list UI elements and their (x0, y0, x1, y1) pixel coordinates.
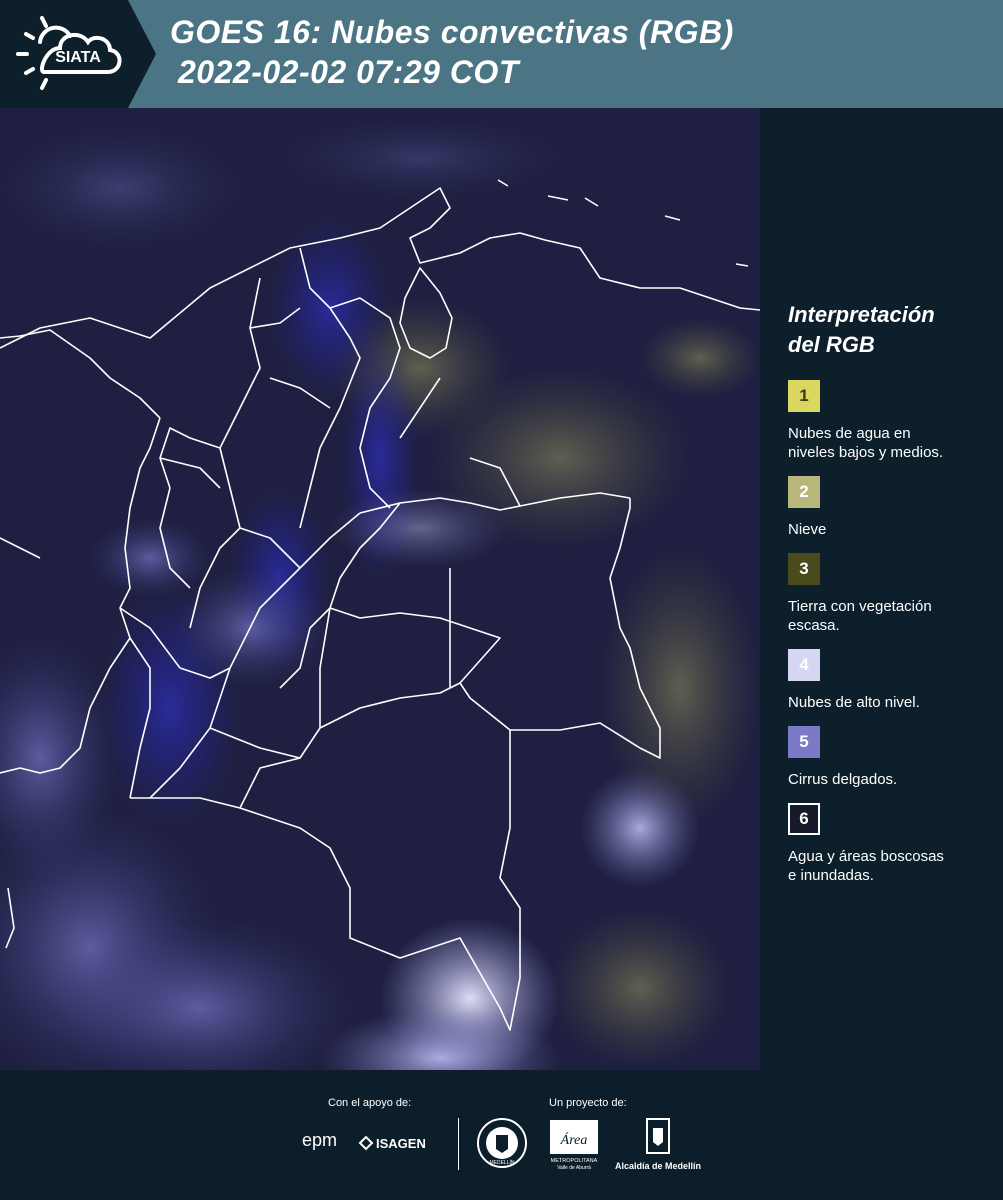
legend-title: Interpretación del RGB (788, 300, 988, 360)
legend-panel: Interpretación del RGB 1 Nubes de agua e… (788, 300, 988, 899)
siata-logo-text: SIATA (55, 49, 101, 66)
medellin-seal-text: MEDELLÍN (489, 1159, 514, 1166)
legend-swatch-number: 4 (799, 655, 809, 674)
legend-label-line: Tierra con vegetación (788, 598, 932, 615)
isagen-logo: ISAGEN (358, 1133, 440, 1158)
alcaldia-logo-text: Alcaldía de Medellín (614, 1161, 702, 1171)
page-timestamp: 2022-02-02 07:29 COT (178, 54, 519, 90)
epm-logo: epm (302, 1130, 337, 1151)
epm-logo-text: epm (302, 1130, 338, 1150)
legend-label: Cirrus delgados. (788, 770, 988, 789)
legend-swatch: 6 (788, 803, 820, 835)
area-logo-sub2: Valle de Aburrá (557, 1165, 591, 1171)
legend-swatch: 4 (788, 649, 820, 681)
legend-title-line1: Interpretación (788, 302, 935, 327)
legend-label-line: Nubes de agua en (788, 425, 911, 442)
legend-swatch-number: 3 (799, 559, 809, 578)
legend-label-line: Nubes de alto nivel. (788, 694, 920, 711)
legend-item-1: 1 Nubes de agua en niveles bajos y medio… (788, 380, 988, 462)
legend-swatch: 5 (788, 726, 820, 758)
medellin-seal-logo: MEDELLÍN (476, 1117, 528, 1174)
legend-item-4: 4 Nubes de alto nivel. (788, 649, 988, 712)
legend-label-line: Cirrus delgados. (788, 771, 898, 788)
legend-title-line2: del RGB (788, 332, 875, 357)
legend-item-2: 2 Nieve (788, 476, 988, 539)
area-logo-sub: METROPOLITANA (551, 1158, 598, 1164)
legend-item-6: 6 Agua y áreas boscosas e inundadas. (788, 803, 988, 885)
siata-logo: SIATA (0, 0, 160, 108)
footer-divider (458, 1118, 459, 1170)
legend-label: Nieve (788, 520, 988, 539)
legend-swatch-number: 2 (799, 482, 809, 501)
support-caption: Con el apoyo de: (328, 1097, 412, 1109)
legend-swatch: 3 (788, 553, 820, 585)
satellite-map (0, 108, 761, 1108)
project-caption: Un proyecto de: (549, 1097, 627, 1109)
header-bar: SIATA GOES 16: Nubes convectivas (RGB) 2… (0, 0, 1003, 108)
legend-item-5: 5 Cirrus delgados. (788, 726, 988, 789)
legend-label-line: e inundadas. (788, 867, 874, 884)
alcaldia-logo: Alcaldía de Medellín (610, 1118, 706, 1171)
legend-swatch-number: 5 (799, 732, 809, 751)
legend-label: Tierra con vegetación escasa. (788, 597, 988, 635)
area-logo-word: Área (560, 1131, 588, 1148)
page-title: GOES 16: Nubes convectivas (RGB) (170, 14, 734, 50)
isagen-logo-text: ISAGEN (376, 1136, 426, 1151)
legend-label: Nubes de alto nivel. (788, 693, 988, 712)
legend-swatch: 1 (788, 380, 820, 412)
area-metropolitana-logo: Área METROPOLITANA Valle de Aburrá (548, 1118, 600, 1177)
legend-swatch-number: 6 (799, 809, 809, 828)
legend-label-line: escasa. (788, 617, 840, 634)
legend-label-line: Nieve (788, 521, 827, 538)
legend-label: Nubes de agua en niveles bajos y medios. (788, 424, 988, 462)
legend-label-line: niveles bajos y medios. (788, 444, 944, 461)
legend-swatch-number: 1 (799, 386, 809, 405)
legend-swatch: 2 (788, 476, 820, 508)
legend-label: Agua y áreas boscosas e inundadas. (788, 847, 988, 885)
legend-label-line: Agua y áreas boscosas (788, 848, 944, 865)
legend-item-3: 3 Tierra con vegetación escasa. (788, 553, 988, 635)
